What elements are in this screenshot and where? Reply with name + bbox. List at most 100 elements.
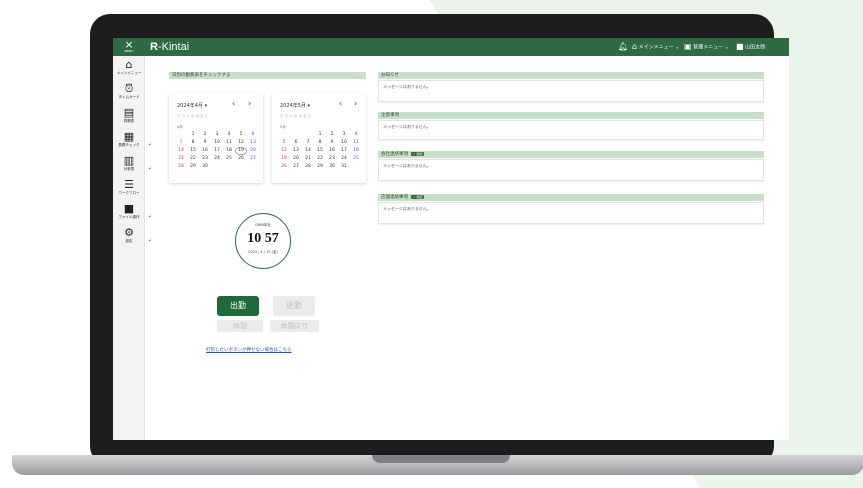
chevron-down-icon[interactable]: ⌄ <box>147 164 152 171</box>
user-menu[interactable]: ■ 山田太郎 <box>736 42 765 53</box>
calendar-day[interactable]: 1 <box>314 131 326 139</box>
chevron-left-icon[interactable]: ‹ <box>232 99 235 108</box>
calendar-day[interactable]: 9 <box>326 139 338 147</box>
chevron-right-icon[interactable]: › <box>248 99 251 108</box>
calendar-day[interactable]: 24 <box>211 155 223 163</box>
calendar-title-text: 2024年4月 <box>177 103 203 109</box>
calendar-day[interactable]: 20 <box>290 155 302 163</box>
calendar-day[interactable]: 11 <box>223 139 235 147</box>
chevron-down-icon[interactable]: ⌄ <box>147 140 152 147</box>
sidebar-item-check[interactable]: ▦ 勤務チェック <box>113 131 145 148</box>
calendar-day[interactable]: 3 <box>211 131 223 139</box>
calendar-day[interactable]: 7 <box>175 139 187 147</box>
calendar-day[interactable]: 20 <box>247 147 259 155</box>
calendar-day[interactable]: 29 <box>314 163 326 171</box>
calendar-day[interactable]: 9 <box>199 139 211 147</box>
calendar-title[interactable]: 2024年5月 ▾ <box>280 102 310 109</box>
chevron-left-icon[interactable]: ‹ <box>339 99 342 108</box>
calendar-day[interactable]: 14 <box>175 147 187 155</box>
calendar-day[interactable]: 23 <box>199 155 211 163</box>
calendar-day[interactable]: 17 <box>211 147 223 155</box>
calendar-day[interactable]: 10 <box>211 139 223 147</box>
calendar-day[interactable]: 2 <box>326 131 338 139</box>
calendar-day[interactable]: 16 <box>326 147 338 155</box>
sidebar-item-timecard[interactable]: ⏰︎ タイムカード <box>113 83 145 100</box>
calendar-day[interactable]: 21 <box>175 155 187 163</box>
calendar-day[interactable]: 25 <box>350 155 362 163</box>
sidebar-item-analysis[interactable]: ▥ 分析表 <box>113 155 145 172</box>
confirm-badge[interactable]: ✓ 確認 <box>411 151 425 156</box>
calendar-week: 5 6 7 8 9 10 11 <box>278 139 362 147</box>
calendar-day[interactable]: 6 <box>247 131 259 139</box>
menu-button[interactable]: × MENU <box>113 38 145 56</box>
admin-icon: ▣ <box>684 42 692 51</box>
calendar-day[interactable]: 30 <box>326 163 338 171</box>
app-logo[interactable]: R-Kintai <box>150 40 189 54</box>
chevron-down-icon[interactable]: ⌄ <box>147 236 152 243</box>
confirm-badge[interactable]: ✓ 確認 <box>411 194 425 199</box>
calendar-day[interactable]: 26 <box>235 155 247 163</box>
calendar-day[interactable]: 18 <box>350 147 362 155</box>
calendar-title[interactable]: 2024年4月 ▾ <box>177 102 207 109</box>
calendar-day[interactable]: 13 <box>290 147 302 155</box>
calendar-day[interactable]: 6 <box>290 139 302 147</box>
clock-in-button[interactable]: 出勤 <box>217 296 259 316</box>
calendar-day[interactable]: 14 <box>302 147 314 155</box>
gear-icon: ⚙ <box>124 226 134 239</box>
calendar-day[interactable]: 18 <box>223 147 235 155</box>
calendar-day[interactable]: 5 <box>278 139 290 147</box>
calendar-day[interactable]: 26 <box>278 163 290 171</box>
calendar-day[interactable]: 31 <box>338 163 350 171</box>
calendar-day[interactable]: 30 <box>199 163 211 171</box>
notice-box-company: メッセージはありません。 <box>378 159 764 181</box>
main-menu-button[interactable]: ⌂ メインメニュー ⌄ <box>632 42 679 53</box>
calendar-day[interactable]: 27 <box>290 163 302 171</box>
chevron-down-icon[interactable]: ⌄ <box>147 212 152 219</box>
calendar-day[interactable]: 28 <box>302 163 314 171</box>
calendar-day[interactable]: 5 <box>235 131 247 139</box>
clock-out-button[interactable]: 退勤 <box>273 296 315 316</box>
calendar-day[interactable]: 22 <box>314 155 326 163</box>
admin-menu-button[interactable]: ▣ 管理メニュー ⌄ <box>684 42 729 53</box>
calendar-day[interactable]: 7 <box>302 139 314 147</box>
calendar-day[interactable]: 8 <box>314 139 326 147</box>
calendar-day[interactable]: 24 <box>338 155 350 163</box>
calendar-day[interactable]: 15 <box>187 147 199 155</box>
chevron-right-icon[interactable]: › <box>354 99 357 108</box>
calendar-day[interactable]: 22 <box>187 155 199 163</box>
calendar-day[interactable]: 23 <box>326 155 338 163</box>
calendar-day[interactable]: 29 <box>187 163 199 171</box>
calendar-day[interactable]: 21 <box>302 155 314 163</box>
month-label: 5月 <box>280 125 286 129</box>
calendar-day[interactable]: 1 <box>187 131 199 139</box>
help-link[interactable]: 打刻したいボタンが押せない場合はこちら <box>206 347 292 353</box>
calendar-day[interactable]: 13 <box>247 139 259 147</box>
calendar-day[interactable]: 3 <box>338 131 350 139</box>
bell-icon[interactable]: 🔔︎ <box>618 42 628 53</box>
calendar-day[interactable]: 11 <box>350 139 362 147</box>
calendar-day[interactable]: 8 <box>187 139 199 147</box>
calendar-day[interactable]: 17 <box>338 147 350 155</box>
sidebar-item-schedule[interactable]: ▤ 勤務表 <box>113 107 145 124</box>
calendar-day[interactable]: 19 <box>278 155 290 163</box>
calendar-day[interactable]: 12 <box>235 139 247 147</box>
alarm-clock-icon: ⏰︎ <box>124 82 134 95</box>
logo-text: -Kintai <box>157 41 190 53</box>
calendar-day[interactable]: 2 <box>199 131 211 139</box>
break-button[interactable]: 休憩 <box>217 320 263 332</box>
calendar-day[interactable]: 16 <box>199 147 211 155</box>
calendar-day[interactable]: 15 <box>314 147 326 155</box>
calendar-day[interactable]: 4 <box>350 131 362 139</box>
calendar-day[interactable]: 25 <box>223 155 235 163</box>
sidebar-item-files[interactable]: ■ ファイル操作 <box>113 203 145 220</box>
break-end-button[interactable]: 休憩戻り <box>270 320 319 332</box>
calendar-day[interactable]: 10 <box>338 139 350 147</box>
sidebar-item-settings[interactable]: ⚙ 設定 <box>113 227 145 244</box>
calendar-day[interactable]: 27 <box>247 155 259 163</box>
sidebar-item-workflow[interactable]: ☰ ワークフロー <box>113 179 145 196</box>
calendar-day[interactable]: 12 <box>278 147 290 155</box>
sidebar-item-main-menu[interactable]: ⌂ メインメニュー <box>113 59 145 76</box>
calendar-day[interactable]: 19 <box>235 147 247 155</box>
calendar-day[interactable]: 4 <box>223 131 235 139</box>
calendar-day[interactable]: 28 <box>175 163 187 171</box>
